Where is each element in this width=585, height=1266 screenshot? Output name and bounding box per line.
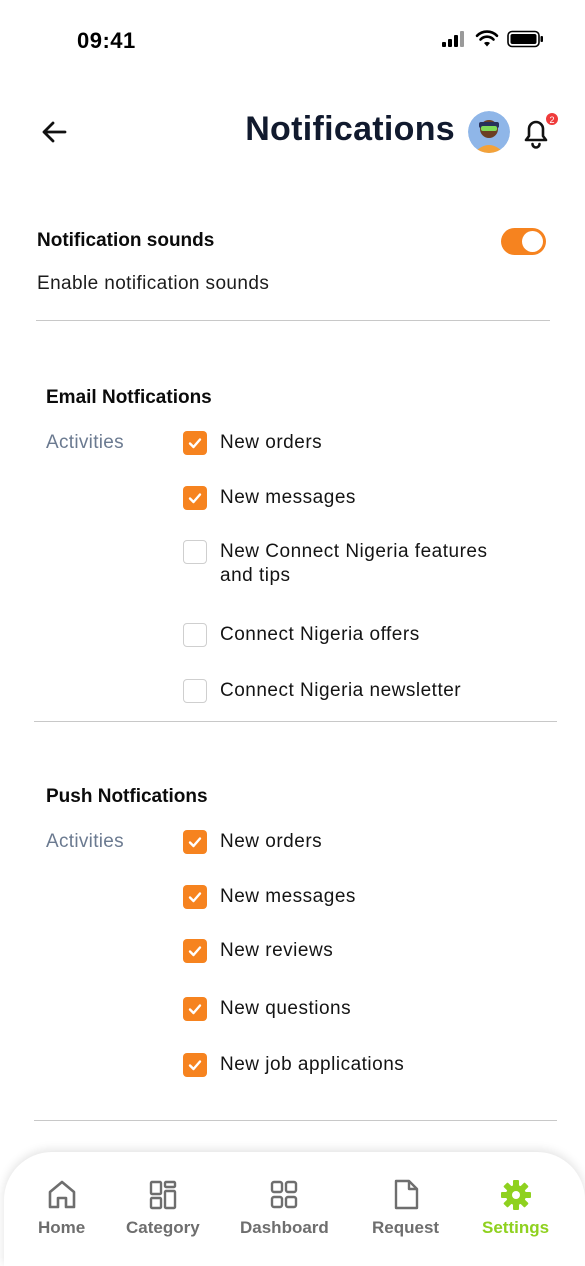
nav-label: Settings [482,1218,550,1237]
check-icon [188,946,202,957]
option-label-line2: and tips [220,565,291,586]
email-option-features-tips[interactable]: New Connect Nigeria features and tips [183,540,487,588]
checkbox-unchecked[interactable] [183,623,207,647]
option-label: New messages [220,487,356,508]
email-option-newsletter[interactable]: Connect Nigeria newsletter [183,679,461,703]
email-activities-label: Activities [46,432,124,453]
header: Notifications [0,100,585,164]
nav-item-category[interactable]: Category [126,1178,200,1238]
avatar-image [468,111,510,153]
check-icon [188,493,202,504]
option-label: New job applications [220,1054,405,1075]
battery-icon [507,30,543,48]
check-icon [188,1004,202,1015]
checkbox-checked[interactable] [183,885,207,909]
checkbox-unchecked[interactable] [183,540,207,564]
status-icons [441,30,545,48]
document-icon [394,1179,418,1210]
divider [34,721,557,722]
dashboard-icon [271,1180,298,1209]
sound-setting-title: Notification sounds [37,230,215,251]
home-icon [48,1180,75,1209]
toggle-knob [522,231,543,252]
divider [36,320,550,321]
nav-item-dashboard[interactable]: Dashboard [240,1178,329,1238]
nav-item-home[interactable]: Home [38,1178,85,1238]
option-label: New Connect Nigeria features and tips [220,540,487,588]
arrow-left-icon [42,121,67,143]
back-button[interactable] [36,114,72,150]
category-icon [149,1180,177,1210]
nav-item-settings[interactable]: Settings [482,1178,549,1238]
option-label: Connect Nigeria newsletter [220,680,462,701]
push-option-new-questions[interactable]: New questions [183,997,351,1021]
push-activities-label: Activities [46,831,124,852]
sound-setting-description: Enable notification sounds [37,273,270,294]
nav-label: Dashboard [240,1218,329,1237]
nav-item-request[interactable]: Request [372,1178,439,1238]
check-icon [188,1060,202,1071]
wifi-icon [475,30,499,47]
checkbox-checked[interactable] [183,486,207,510]
push-option-new-reviews[interactable]: New reviews [183,939,333,963]
option-label: New orders [220,432,323,453]
email-option-new-messages[interactable]: New messages [183,486,356,510]
signal-icon [442,31,464,47]
push-section-title: Push Notfications [46,786,208,807]
email-option-offers[interactable]: Connect Nigeria offers [183,623,420,647]
checkbox-checked[interactable] [183,997,207,1021]
divider [34,1120,557,1121]
option-label: New questions [220,998,352,1019]
push-option-job-applications[interactable]: New job applications [183,1053,404,1077]
checkbox-checked[interactable] [183,1053,207,1077]
check-icon [188,837,202,848]
email-option-new-orders[interactable]: New orders [183,431,322,455]
avatar[interactable] [468,111,510,153]
bottom-nav: Home Category Dashboard Request Settings [4,1152,585,1266]
checkbox-checked[interactable] [183,830,207,854]
push-option-new-orders[interactable]: New orders [183,830,322,854]
nav-label: Category [126,1218,200,1237]
check-icon [188,438,202,449]
nav-label: Request [372,1218,440,1237]
status-time: 09:41 [77,28,136,53]
checkbox-checked[interactable] [183,939,207,963]
checkbox-unchecked[interactable] [183,679,207,703]
gear-icon [500,1180,531,1210]
option-label-line1: New Connect Nigeria features [220,541,488,562]
push-option-new-messages[interactable]: New messages [183,885,356,909]
email-section-title: Email Notfications [46,387,212,408]
sound-toggle[interactable] [501,228,546,255]
option-label: New messages [220,886,356,907]
notification-badge: 2 [545,112,559,126]
option-label: Connect Nigeria offers [220,624,420,645]
status-bar: 09:41 [0,0,585,80]
nav-label: Home [38,1218,86,1237]
page-title: Notifications [245,110,455,148]
checkbox-checked[interactable] [183,431,207,455]
check-icon [188,892,202,903]
option-label: New orders [220,831,323,852]
option-label: New reviews [220,940,334,961]
